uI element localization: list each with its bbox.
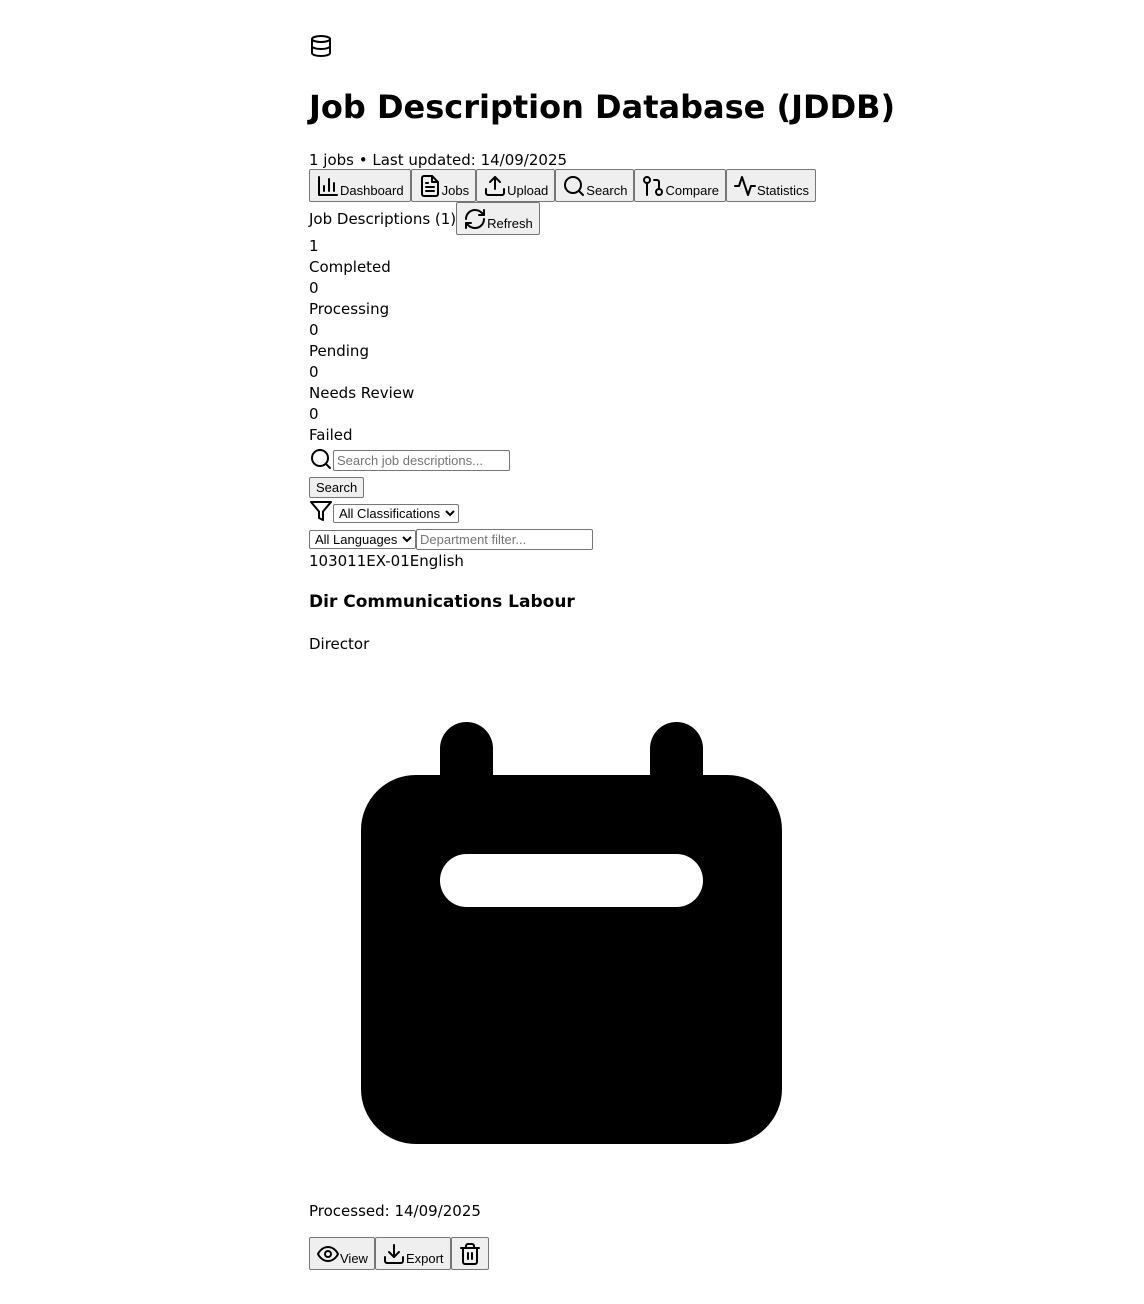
stat-pending-label: Pending <box>309 342 369 360</box>
job-level: Director <box>309 635 370 653</box>
processed-date: Processed: 14/09/2025 <box>309 1202 481 1220</box>
classification-filter-row: All Classifications <box>309 499 459 523</box>
nav-jobs-label: Jobs <box>441 183 470 198</box>
delete-button[interactable] <box>450 1237 489 1270</box>
database-icon <box>311 35 331 57</box>
export-button[interactable]: Export <box>374 1237 451 1270</box>
stat-needs-review-value: 0 <box>309 363 319 381</box>
stat-needs-review-label: Needs Review <box>309 384 415 402</box>
job-language: English <box>409 552 464 570</box>
nav-search-button[interactable]: Search <box>555 169 635 202</box>
stat-processing-value: 0 <box>309 279 319 297</box>
refresh-button[interactable]: Refresh <box>456 202 540 235</box>
stat-completed-label: Completed <box>309 258 391 276</box>
stat-processing-label: Processing <box>309 300 390 318</box>
nav-search-label: Search <box>586 183 628 198</box>
nav-compare-label: Compare <box>665 183 719 198</box>
nav-dashboard-label: Dashboard <box>340 183 404 198</box>
job-actions: View Export <box>309 1237 489 1270</box>
search-icon <box>564 176 585 196</box>
upload-icon <box>485 176 506 196</box>
search-icon <box>311 449 331 469</box>
eye-icon <box>317 1246 339 1262</box>
search-row <box>309 447 510 471</box>
nav-statistics-button[interactable]: Statistics <box>725 169 816 202</box>
stat-completed-value: 1 <box>309 237 319 255</box>
view-button[interactable]: View <box>309 1237 375 1270</box>
page-title: Job Description Database (JDDB) <box>309 88 896 126</box>
job-id-line: 103011EX-01English <box>309 551 464 572</box>
bar-chart-icon <box>318 176 338 196</box>
search-input[interactable] <box>333 450 510 471</box>
nav-upload-label: Upload <box>507 183 549 198</box>
refresh-label: Refresh <box>487 216 533 231</box>
calendar-icon <box>361 722 782 1144</box>
download-icon <box>383 1244 404 1264</box>
language-select[interactable]: All Languages <box>309 530 416 549</box>
status-stats: 1 Completed 0 Processing 0 Pending 0 Nee… <box>309 236 414 446</box>
main-nav: Dashboard Jobs Upload Search Compare Sta… <box>309 169 816 202</box>
stat-pending-value: 0 <box>309 321 319 339</box>
nav-compare-button[interactable]: Compare <box>634 169 726 202</box>
nav-upload-button[interactable]: Upload <box>476 169 556 202</box>
job-id: 103011EX-01 <box>309 552 410 570</box>
export-label: Export <box>405 1251 444 1266</box>
classification-select[interactable]: All Classifications <box>333 504 459 523</box>
department-filter-input[interactable] <box>416 529 593 550</box>
list-title: Job Descriptions (1) <box>309 209 457 228</box>
refresh-icon <box>465 209 486 229</box>
language-department-filter-row: All Languages <box>309 529 593 550</box>
file-text-icon <box>420 175 439 197</box>
nav-statistics-label: Statistics <box>756 183 809 198</box>
stat-failed-label: Failed <box>309 426 353 444</box>
nav-jobs-button[interactable]: Jobs <box>410 169 477 202</box>
trash-icon <box>459 1243 480 1265</box>
search-button[interactable]: Search <box>309 477 365 498</box>
nav-dashboard-button[interactable]: Dashboard <box>309 169 411 202</box>
list-header: Job Descriptions (1) Refresh <box>309 202 540 235</box>
git-compare-icon <box>643 176 664 196</box>
filter-icon <box>310 501 332 521</box>
stat-failed-value: 0 <box>309 405 319 423</box>
activity-icon <box>733 176 756 196</box>
view-label: View <box>340 1251 368 1266</box>
job-title: Dir Communications Labour <box>309 592 575 612</box>
job-count-meta: 1 jobs • Last updated: 14/09/2025 <box>309 151 568 169</box>
